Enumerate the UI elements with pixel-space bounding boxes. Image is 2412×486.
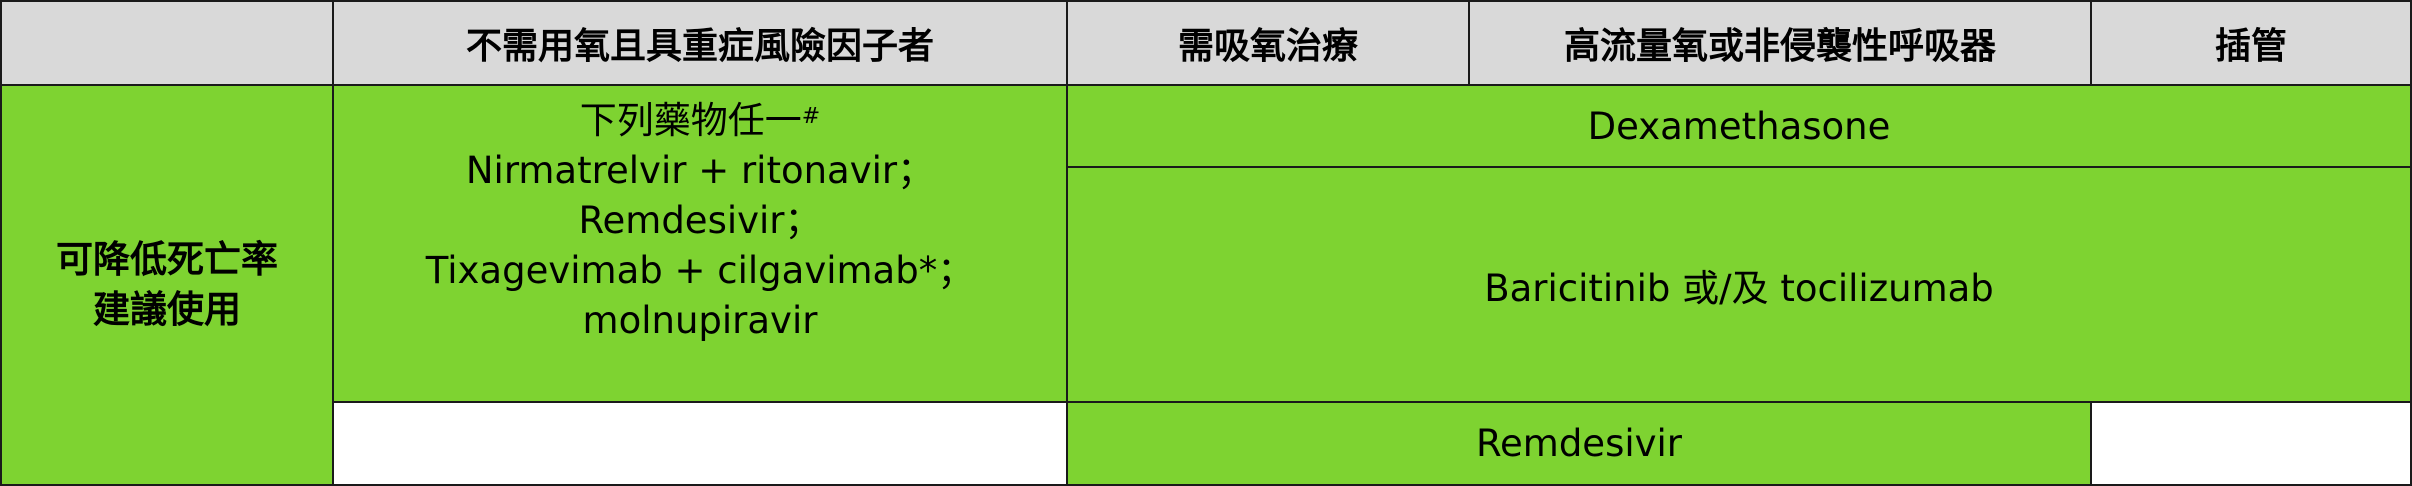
header-oxygen-therapy-label: 需吸氧治療 <box>1177 26 1358 67</box>
no-oxygen-empty-cell <box>332 401 1068 486</box>
drug-list-intro-footnote-mark: # <box>801 104 821 129</box>
remdesivir-label: Remdesivir <box>1475 422 1683 465</box>
drug-list-item-4: molnupiravir <box>582 299 818 342</box>
drug-list-intro: 下列藥物任一# <box>580 96 820 146</box>
drug-list-item-2: Remdesivir； <box>578 199 822 242</box>
header-high-flow-niv: 高流量氧或非侵襲性呼吸器 <box>1468 0 2092 86</box>
header-corner-cell <box>0 0 334 86</box>
baricitinib-cell: Baricitinib 或/及 tocilizumab <box>1066 166 2412 403</box>
row-label-line-2: 建議使用 <box>93 288 241 331</box>
remdesivir-cell: Remdesivir <box>1066 401 2092 486</box>
header-intubation: 插管 <box>2090 0 2412 86</box>
header-intubation-label: 插管 <box>2214 26 2287 67</box>
dexamethasone-cell: Dexamethasone <box>1066 84 2412 168</box>
dexamethasone-label: Dexamethasone <box>1587 104 1891 148</box>
drug-list-item-1: Nirmatrelvir + ritonavir； <box>465 149 935 192</box>
treatment-recommendation-table: 不需用氧且具重症風險因子者 需吸氧治療 高流量氧或非侵襲性呼吸器 插管 可降低死… <box>0 0 2412 486</box>
header-high-flow-niv-label: 高流量氧或非侵襲性呼吸器 <box>1563 26 1996 67</box>
header-oxygen-therapy: 需吸氧治療 <box>1066 0 1470 86</box>
no-oxygen-drug-list-cell: 下列藥物任一# Nirmatrelvir + ritonavir； Remdes… <box>332 84 1068 403</box>
intubation-empty-cell <box>2090 401 2412 486</box>
row-label-cell: 可降低死亡率 建議使用 <box>0 84 334 486</box>
header-no-oxygen-high-risk-label: 不需用氧且具重症風險因子者 <box>465 26 934 67</box>
baricitinib-label: Baricitinib 或/及 tocilizumab <box>1484 266 1994 310</box>
drug-list-intro-text: 下列藥物任一 <box>579 99 802 142</box>
drug-list-item-3: Tixagevimab + cilgavimab*； <box>425 249 975 292</box>
header-no-oxygen-high-risk: 不需用氧且具重症風險因子者 <box>332 0 1068 86</box>
row-label-line-1: 可降低死亡率 <box>56 238 278 281</box>
